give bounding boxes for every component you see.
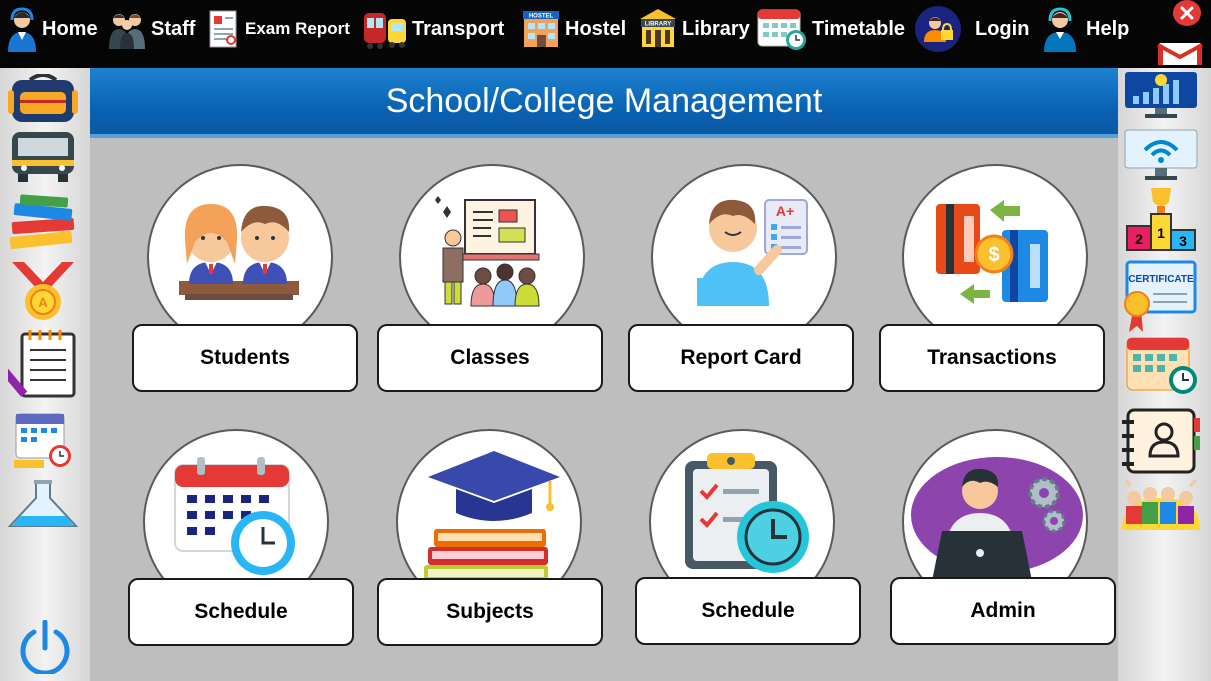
nav-timetable-label: Timetable	[812, 17, 905, 40]
students-icon	[179, 204, 299, 300]
admin-button[interactable]: Admin	[890, 577, 1116, 645]
report-card-icon: A+	[697, 199, 808, 306]
power-icon[interactable]	[14, 619, 76, 679]
exam-report-icon	[207, 9, 241, 49]
top-nav: Home Staff Exam Report Transport HOSTEL …	[0, 0, 1211, 68]
calendar-icon[interactable]	[12, 410, 74, 475]
transactions-button[interactable]: Transactions	[879, 324, 1105, 392]
nav-hostel-label: Hostel	[565, 17, 627, 40]
subjects-button[interactable]: Subjects	[377, 578, 603, 646]
svg-text:A: A	[38, 295, 48, 310]
podium-icon[interactable]: 213	[1123, 186, 1199, 257]
nav-login[interactable]: Login	[911, 6, 1029, 52]
train-bus-icon	[362, 9, 408, 49]
contact-book-icon[interactable]	[1118, 408, 1204, 479]
nav-library[interactable]: LIBRARY Library	[638, 6, 750, 52]
left-sidebar: A	[0, 68, 90, 681]
certificate-text: CERTIFICATE	[1128, 274, 1194, 285]
wifi-monitor-icon[interactable]	[1123, 128, 1199, 187]
help-support-icon	[1040, 6, 1080, 52]
library-sign-text: LIBRARY	[645, 22, 671, 28]
podium-3: 3	[1179, 233, 1187, 249]
hostel-building-icon: HOSTEL	[521, 11, 561, 47]
nav-library-label: Library	[682, 17, 750, 40]
svg-text:$: $	[988, 244, 999, 266]
calendar-clock-icon[interactable]	[1123, 334, 1199, 401]
page-title: School/College Management	[385, 81, 823, 120]
backpack-icon[interactable]	[6, 73, 80, 129]
analytics-monitor-icon[interactable]	[1123, 70, 1199, 125]
staff-group-icon	[107, 9, 147, 49]
report-card-tile-image[interactable]: A+	[651, 164, 837, 350]
students-button[interactable]: Students	[132, 324, 358, 392]
nav-hostel[interactable]: HOSTEL Hostel	[521, 6, 626, 52]
transactions-icon: $	[936, 200, 1048, 304]
transactions-tile-image[interactable]: $	[902, 164, 1088, 350]
students-tile-image[interactable]	[147, 164, 333, 350]
medal-icon[interactable]: A	[8, 260, 78, 327]
certificate-icon[interactable]: CERTIFICATE	[1123, 260, 1199, 339]
classroom-icon	[435, 196, 540, 307]
hostel-sign-text: HOSTEL	[529, 14, 554, 20]
nav-help-label: Help	[1086, 17, 1130, 40]
nav-staff[interactable]: Staff	[107, 6, 195, 52]
report-grade: A+	[776, 203, 794, 219]
nav-home[interactable]: Home	[6, 6, 98, 52]
flask-icon[interactable]	[6, 478, 80, 535]
nav-transport-label: Transport	[412, 17, 505, 40]
right-sidebar: 213 CERTIFICATE	[1118, 68, 1211, 681]
classes-button[interactable]: Classes	[377, 324, 603, 392]
nav-help[interactable]: Help	[1040, 6, 1129, 52]
nav-login-label: Login	[975, 17, 1030, 40]
gmail-button[interactable]	[1157, 42, 1203, 66]
page-header: School/College Management	[90, 68, 1118, 138]
main-panel: School/College Management Students Class…	[90, 68, 1118, 681]
nav-exam-report-label: Exam Report	[245, 19, 350, 38]
group-icon[interactable]	[1120, 478, 1202, 535]
school-bus-icon[interactable]	[8, 130, 78, 189]
books-icon[interactable]	[6, 194, 80, 255]
schedule-1-button[interactable]: Schedule	[128, 578, 354, 646]
schedule-2-button[interactable]: Schedule	[635, 577, 861, 645]
report-card-button[interactable]: Report Card	[628, 324, 854, 392]
library-building-icon: LIBRARY	[638, 9, 678, 49]
classes-tile-image[interactable]	[399, 164, 585, 350]
nav-exam-report[interactable]: Exam Report	[207, 6, 350, 52]
podium-1: 1	[1157, 225, 1165, 241]
user-headset-icon	[6, 6, 38, 52]
nav-transport[interactable]: Transport	[362, 6, 504, 52]
close-button[interactable]	[1173, 0, 1201, 26]
user-lock-icon	[911, 6, 965, 52]
nav-home-label: Home	[42, 17, 98, 40]
nav-staff-label: Staff	[151, 17, 196, 40]
notepad-icon[interactable]	[0, 330, 78, 403]
gmail-icon	[1157, 43, 1203, 65]
close-icon	[1180, 6, 1194, 20]
nav-timetable[interactable]: Timetable	[756, 6, 905, 52]
podium-2: 2	[1135, 231, 1143, 247]
timetable-calendar-icon	[756, 6, 808, 52]
